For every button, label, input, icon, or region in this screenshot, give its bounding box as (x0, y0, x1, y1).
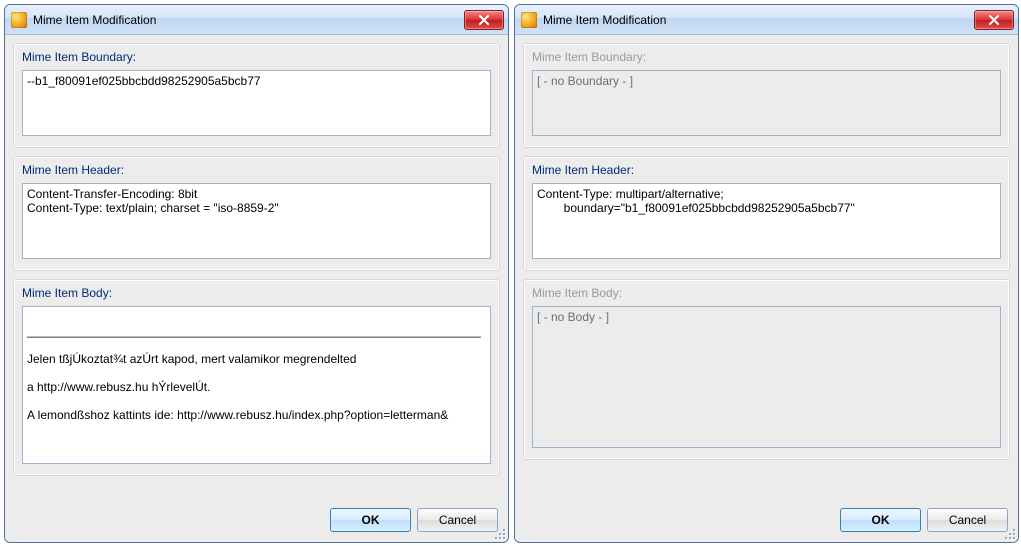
ok-button[interactable]: OK (330, 508, 411, 532)
client-area: Mime Item Boundary: Mime Item Header: Mi… (5, 35, 508, 542)
group-boundary-label: Mime Item Boundary: (14, 44, 499, 64)
cancel-button[interactable]: Cancel (927, 508, 1008, 532)
ok-button[interactable]: OK (840, 508, 921, 532)
group-boundary-label: Mime Item Boundary: (524, 44, 1009, 64)
group-header-label: Mime Item Header: (14, 157, 499, 177)
close-button[interactable] (974, 10, 1014, 30)
titlebar[interactable]: Mime Item Modification (5, 5, 508, 35)
group-body-label: Mime Item Body: (14, 280, 499, 300)
boundary-input (532, 70, 1001, 136)
window-title: Mime Item Modification (543, 13, 974, 27)
cancel-button[interactable]: Cancel (417, 508, 498, 532)
body-input[interactable] (22, 306, 491, 464)
group-body-label: Mime Item Body: (524, 280, 1009, 300)
close-button[interactable] (464, 10, 504, 30)
button-row: OK Cancel (840, 508, 1008, 532)
boundary-input[interactable] (22, 70, 491, 136)
group-body: Mime Item Body: (523, 279, 1010, 460)
body-input (532, 306, 1001, 448)
group-header-label: Mime Item Header: (524, 157, 1009, 177)
client-area: Mime Item Boundary: Mime Item Header: Mi… (515, 35, 1018, 542)
app-icon (521, 12, 537, 28)
titlebar[interactable]: Mime Item Modification (515, 5, 1018, 35)
group-boundary: Mime Item Boundary: (13, 43, 500, 148)
app-icon (11, 12, 27, 28)
close-icon (478, 15, 490, 25)
window-right: Mime Item Modification Mime Item Boundar… (514, 4, 1019, 543)
group-boundary: Mime Item Boundary: (523, 43, 1010, 148)
group-header: Mime Item Header: (523, 156, 1010, 271)
window-left: Mime Item Modification Mime Item Boundar… (4, 4, 509, 543)
group-body: Mime Item Body: (13, 279, 500, 476)
resize-grip[interactable] (492, 526, 506, 540)
button-row: OK Cancel (330, 508, 498, 532)
close-icon (988, 15, 1000, 25)
window-title: Mime Item Modification (33, 13, 464, 27)
group-header: Mime Item Header: (13, 156, 500, 271)
resize-grip[interactable] (1002, 526, 1016, 540)
header-input[interactable] (22, 183, 491, 259)
header-input[interactable] (532, 183, 1001, 259)
